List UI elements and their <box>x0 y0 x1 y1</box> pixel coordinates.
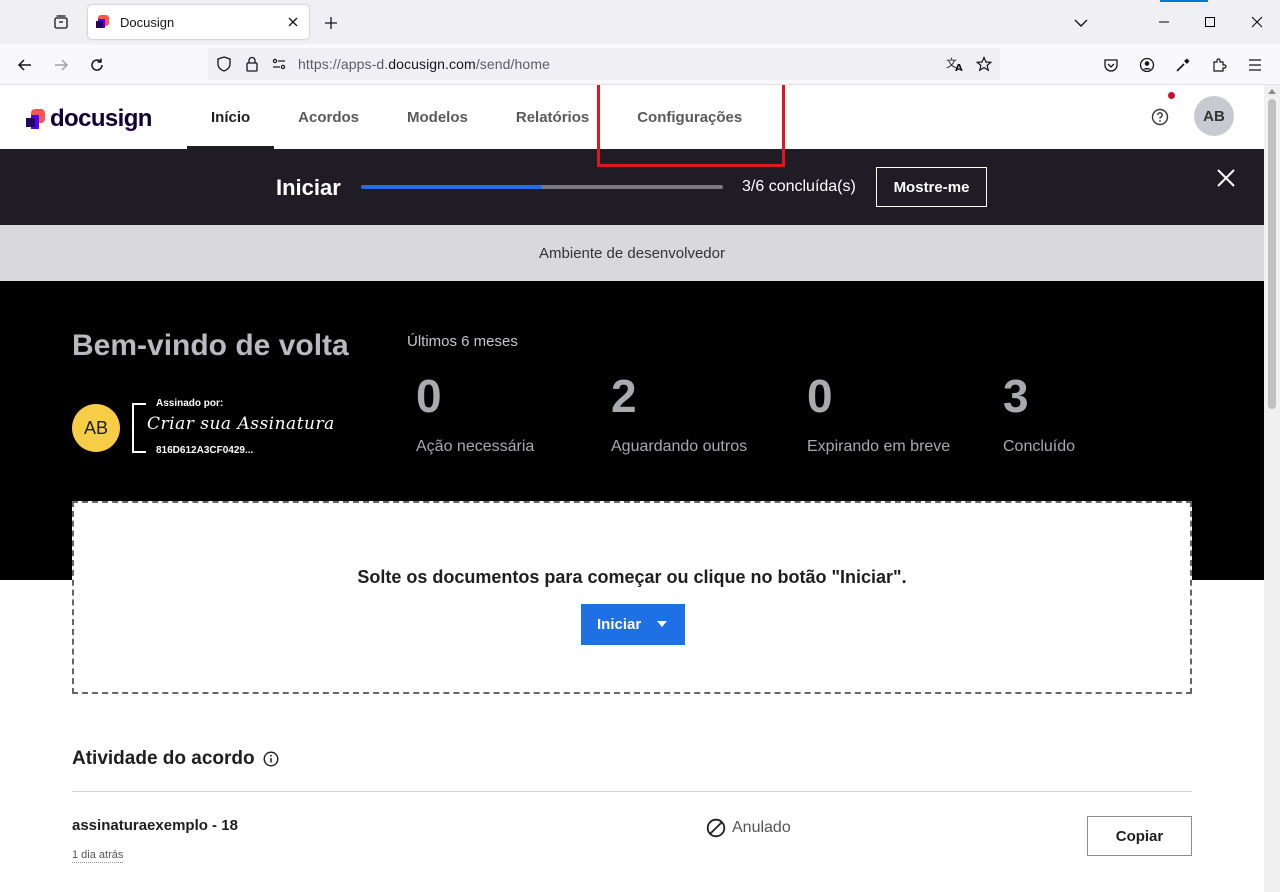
nav-relatorios[interactable]: Relatórios <box>492 85 613 149</box>
caret-down-icon[interactable] <box>657 621 667 627</box>
browser-tab-bar: Docusign <box>0 0 1280 44</box>
help-icon[interactable] <box>1148 105 1172 129</box>
reload-icon[interactable] <box>85 53 109 77</box>
user-avatar[interactable]: AB <box>72 404 120 452</box>
show-me-button[interactable]: Mostre-me <box>876 167 987 207</box>
signature-bracket <box>132 403 146 453</box>
address-bar[interactable]: https://apps-d.docusign.com/send/home 文A <box>208 48 1000 80</box>
notification-dot <box>1168 92 1175 99</box>
chevron-down-icon[interactable] <box>1070 12 1092 34</box>
activity-section-title: Atividade do acordo <box>72 748 279 770</box>
stat-value: 2 <box>611 370 637 422</box>
page-viewport: docusign Início Acordos Modelos Relatóri… <box>0 85 1264 892</box>
status-text: Anulado <box>732 819 791 836</box>
activity-title-text: Atividade do acordo <box>72 748 255 769</box>
stat-completed[interactable]: 3 Concluído <box>1003 371 1075 456</box>
tab-close-icon[interactable] <box>285 14 301 30</box>
stats-period: Últimos 6 meses <box>407 333 518 350</box>
agreement-name[interactable]: assinaturaexemplo - 18 <box>72 817 238 834</box>
svg-text:A: A <box>955 63 963 72</box>
shield-icon[interactable] <box>215 56 233 72</box>
new-tab-icon[interactable] <box>320 12 342 34</box>
docusign-favicon-icon <box>96 15 109 28</box>
url-domain: docusign.com <box>388 56 476 72</box>
extensions-icon[interactable] <box>1207 53 1231 77</box>
document-dropzone[interactable]: Solte os documentos para começar ou cliq… <box>72 501 1192 694</box>
menu-icon[interactable] <box>1243 53 1267 77</box>
permissions-icon[interactable] <box>270 56 288 72</box>
voided-icon <box>706 818 726 838</box>
maximize-icon[interactable] <box>1187 0 1233 44</box>
scroll-up-icon[interactable] <box>1268 89 1276 94</box>
stat-label: Ação necessária <box>416 438 535 455</box>
url-text[interactable]: https://apps-d.docusign.com/send/home <box>298 56 550 72</box>
account-icon[interactable] <box>1135 53 1159 77</box>
info-icon[interactable] <box>263 751 279 767</box>
stat-label: Concluído <box>1003 438 1076 455</box>
stat-value: 0 <box>807 370 833 422</box>
start-button-label: Iniciar <box>597 616 642 633</box>
eyedropper-icon[interactable] <box>1171 53 1195 77</box>
stat-action-required[interactable]: 0 Ação necessária <box>416 371 534 456</box>
signature-id: 816D612A3CF0429... <box>156 445 254 456</box>
developer-environment-bar: Ambiente de desenvolvedor <box>0 225 1264 281</box>
logo-text: docusign <box>50 105 152 132</box>
close-icon[interactable] <box>1214 166 1238 190</box>
signature-name[interactable]: Criar sua Assinatura <box>147 414 335 434</box>
banner-title: Iniciar <box>276 175 341 200</box>
highlight-annotation <box>597 85 785 167</box>
tab-list-icon[interactable] <box>50 11 72 33</box>
progress-label: 3/6 concluída(s) <box>742 178 856 195</box>
bookmark-star-icon[interactable] <box>975 56 993 72</box>
copy-button[interactable]: Copiar <box>1087 816 1192 856</box>
agreement-time: 1 dia atrás <box>72 849 124 863</box>
divider <box>72 791 1192 792</box>
header-avatar[interactable]: AB <box>1194 96 1234 136</box>
nav-acordos[interactable]: Acordos <box>274 85 383 149</box>
stat-value: 3 <box>1003 370 1029 422</box>
forward-arrow-icon[interactable] <box>49 53 73 77</box>
stat-label: Expirando em breve <box>807 438 951 455</box>
minimize-icon[interactable] <box>1141 0 1187 44</box>
translate-icon[interactable]: 文A <box>946 56 964 72</box>
url-prefix: https://apps-d. <box>298 56 389 72</box>
agreement-status: Anulado <box>706 818 791 838</box>
stat-expiring-soon[interactable]: 0 Expirando em breve <box>807 371 950 456</box>
welcome-heading: Bem-vindo de volta <box>72 329 349 362</box>
docusign-logo-icon <box>26 109 45 129</box>
browser-nav-bar: https://apps-d.docusign.com/send/home 文A <box>0 44 1280 85</box>
signature-signed-by: Assinado por: <box>156 398 224 409</box>
dropzone-text: Solte os documentos para começar ou cliq… <box>357 567 907 587</box>
start-button[interactable]: Iniciar <box>581 604 685 645</box>
stat-waiting-others[interactable]: 2 Aguardando outros <box>611 371 747 456</box>
tab-title: Docusign <box>120 14 175 30</box>
lock-icon[interactable] <box>243 56 261 72</box>
docusign-logo[interactable]: docusign <box>26 105 152 133</box>
url-path: /send/home <box>475 56 550 72</box>
progress-fill <box>361 185 542 189</box>
pocket-icon[interactable] <box>1099 53 1123 77</box>
stat-value: 0 <box>416 370 442 422</box>
window-close-icon[interactable] <box>1234 0 1280 44</box>
stat-label: Aguardando outros <box>611 438 748 455</box>
nav-modelos[interactable]: Modelos <box>383 85 492 149</box>
nav-inicio[interactable]: Início <box>187 85 275 149</box>
back-arrow-icon[interactable] <box>13 53 37 77</box>
browser-tab-active[interactable]: Docusign <box>88 5 309 39</box>
page-scrollbar[interactable] <box>1264 85 1280 892</box>
progress-bar <box>361 185 723 189</box>
scroll-thumb[interactable] <box>1268 99 1276 409</box>
